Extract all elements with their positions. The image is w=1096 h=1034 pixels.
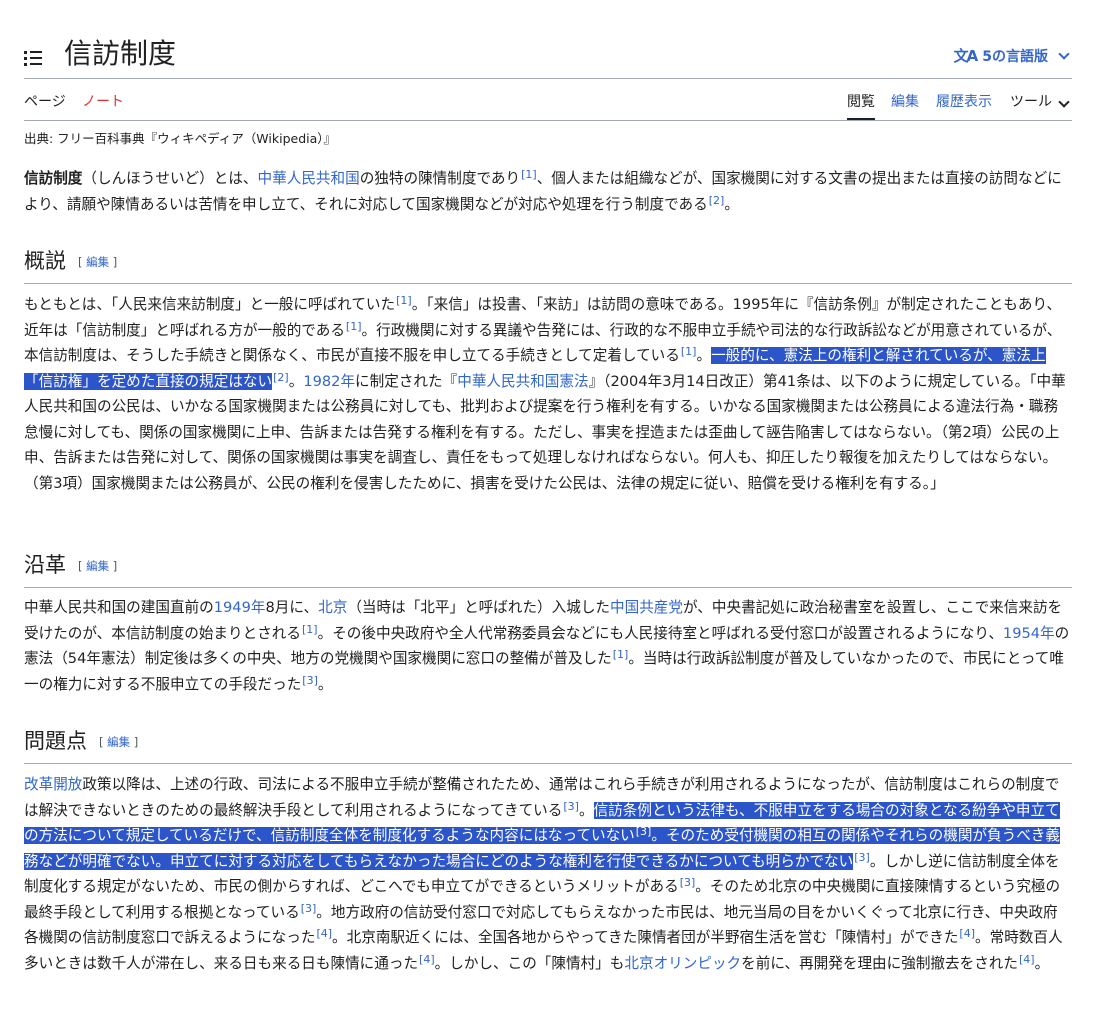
ref-link[interactable]: [1] (521, 168, 537, 181)
ref-link[interactable]: [2] (273, 371, 289, 384)
heading-text: 問題点 (24, 729, 87, 753)
text: 。北京南駅近くには、全国各地からやってきた陳情者団が半野宿生活を営む「陳情村」が… (332, 929, 959, 946)
tabs-bar: ページ ノート 閲覧 編集 履歴表示 ツール (24, 84, 1072, 121)
ref-link[interactable]: [3] (563, 800, 579, 813)
edit-section-link: [ 編集 ] (99, 735, 139, 749)
edit-link[interactable]: 編集 (107, 735, 130, 749)
section-heading-problems: 問題点 [ 編集 ] (24, 726, 1072, 764)
tab-edit[interactable]: 編集 (891, 92, 919, 112)
page-title: 信訪制度 (64, 37, 177, 70)
tab-history[interactable]: 履歴表示 (936, 92, 992, 112)
section-heading-history: 沿革 [ 編集 ] (24, 550, 1072, 588)
text: 。 (288, 372, 304, 390)
history-paragraph: 中華人民共和国の建国直前の1949年8月に、北京（当時は「北平」と呼ばれた）入城… (24, 595, 1072, 697)
link-1949[interactable]: 1949年 (214, 599, 266, 616)
chevron-down-icon (1058, 96, 1070, 108)
text: 。その後中央政府や全人代常務委員会などにも人民接待室と呼ばれる受付窓口が設置され… (317, 624, 1003, 642)
text: 。 (1034, 954, 1050, 972)
edit-section-link: [ 編集 ] (78, 559, 118, 573)
title-bar: 信訪制度 文A 5の言語版 (24, 30, 1072, 79)
ref-link[interactable]: [3] (854, 851, 870, 864)
text: 。しかし、この「陳情村」も (434, 954, 625, 972)
link-beijing[interactable]: 北京 (318, 599, 347, 616)
link-reform[interactable]: 改革開放 (24, 776, 82, 793)
text: 。 (696, 347, 712, 364)
site-tagline: 出典: フリー百科事典『ウィキペディア（Wikipedia）』 (24, 131, 337, 146)
link-1954[interactable]: 1954年 (1003, 625, 1055, 642)
link-constitution[interactable]: 中華人民共和国憲法 (457, 373, 588, 390)
link-1982[interactable]: 1982年 (303, 373, 355, 390)
edit-link[interactable]: 編集 (86, 255, 109, 269)
text: を前に、再開発を理由に強制撤去をされた (741, 954, 1018, 972)
translate-icon: 文A (953, 47, 979, 65)
edit-section-link: [ 編集 ] (78, 255, 118, 269)
ref-link[interactable]: [3] (301, 902, 317, 915)
chevron-down-icon (1058, 47, 1070, 60)
ref-link[interactable]: [1] (681, 345, 697, 358)
ref-link[interactable]: [4] (419, 953, 435, 966)
ref-link[interactable]: [4] (316, 927, 332, 940)
tab-page[interactable]: ページ (24, 92, 66, 112)
link-ccp[interactable]: 中国共産党 (610, 599, 683, 616)
tab-view[interactable]: 閲覧 (847, 92, 875, 120)
text: 。 (317, 675, 333, 693)
ref-link[interactable]: [1] (613, 648, 629, 661)
link-prc[interactable]: 中華人民共和国 (258, 170, 360, 187)
heading-text: 沿革 (24, 553, 66, 577)
ref-link[interactable]: [2] (709, 194, 725, 207)
ref-link[interactable]: [4] (959, 927, 975, 940)
problems-paragraph: 改革開放政策以降は、上述の行政、司法による不服申立手続が整備されたため、通常はこ… (24, 772, 1072, 976)
ref-link[interactable]: [3] (680, 876, 696, 889)
text: もともとは、「人民来信来訪制度」と一般に呼ばれていた (24, 296, 396, 313)
link-olympics[interactable]: 北京オリンピック (624, 955, 741, 972)
ref-link[interactable]: [3] (636, 825, 652, 838)
tab-talk[interactable]: ノート (82, 92, 124, 112)
ref-link[interactable]: [4] (1019, 953, 1035, 966)
ref-link[interactable]: [1] (346, 320, 362, 333)
text: 。 (578, 801, 594, 819)
overview-paragraph: もともとは、「人民来信来訪制度」と一般に呼ばれていた[1]。「来信」は投書、「来… (24, 292, 1072, 496)
ref-link[interactable]: [1] (396, 294, 412, 307)
edit-link[interactable]: 編集 (86, 559, 109, 573)
ref-link[interactable]: [1] (302, 623, 318, 636)
text: （当時は「北平」と呼ばれた）入城した (347, 599, 611, 616)
section-heading-overview: 概説 [ 編集 ] (24, 246, 1072, 284)
heading-text: 概説 (24, 249, 66, 273)
text: 。 (724, 195, 739, 213)
text: 8月に、 (265, 599, 319, 616)
toc-icon[interactable] (24, 50, 44, 66)
language-label: 5の言語版 (982, 48, 1048, 65)
text: 』（2004年3月14日改正）第41条は、以下のように規定している。「中華人民共… (24, 372, 1066, 492)
text: に制定された『 (355, 372, 458, 390)
tab-tools-label: ツール (1010, 94, 1052, 110)
bold-term: 信訪制度 (24, 170, 83, 187)
text: の独特の陳情制度であり (359, 170, 521, 187)
tab-tools[interactable]: ツール (1010, 92, 1072, 112)
language-button[interactable]: 文A 5の言語版 (954, 45, 1072, 66)
text: 中華人民共和国の建国直前の (24, 599, 214, 616)
intro-paragraph: 信訪制度（しんほうせいど）とは、中華人民共和国の独特の陳情制度であり[1]、個人… (24, 166, 1072, 217)
ref-link[interactable]: [3] (302, 674, 318, 687)
text: （しんほうせいど）とは、 (82, 170, 258, 187)
